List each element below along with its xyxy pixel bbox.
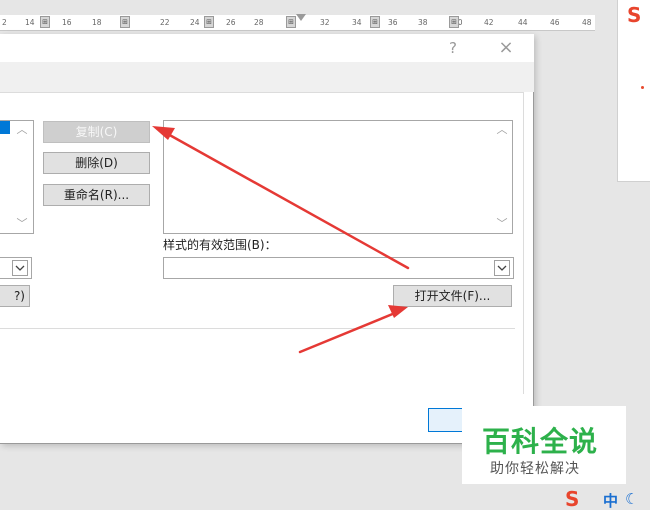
watermark-subtitle: 助你轻松解决 [490, 461, 580, 477]
sogou-logo-icon[interactable]: S [565, 488, 587, 510]
baike-watermark: 百科全说 助你轻松解决 [462, 406, 626, 484]
close-button[interactable]: × [494, 38, 518, 58]
watermark-title: 百科全说 [482, 425, 599, 458]
ime-toolbar[interactable]: S 中 ☾ [563, 488, 650, 510]
scroll-up-arrow-icon[interactable]: ︿ [495, 124, 509, 136]
copy-button[interactable]: 复制(C) [43, 121, 150, 143]
left-action-button[interactable]: ?) [0, 285, 30, 307]
tab-stop-marker[interactable]: ⊞ [370, 16, 380, 28]
ruler-number: 42 [484, 18, 494, 27]
ruler-number: 24 [190, 18, 200, 27]
selected-list-item[interactable] [0, 121, 10, 134]
tab-stop-marker[interactable]: ⊞ [204, 16, 214, 28]
scope-combo[interactable] [163, 257, 514, 279]
ruler-number: 28 [254, 18, 264, 27]
scroll-down-arrow-icon[interactable]: ﹀ [495, 218, 509, 230]
ruler-number: 48 [582, 18, 592, 27]
ruler-number: 14 [25, 18, 35, 27]
cursor-dot [641, 86, 644, 89]
left-file-combo[interactable] [0, 257, 32, 279]
moon-icon[interactable]: ☾ [625, 490, 638, 508]
right-style-list[interactable] [163, 120, 513, 234]
ruler-number: 36 [388, 18, 398, 27]
chevron-down-icon[interactable] [12, 260, 28, 276]
tab-stop-marker[interactable]: ⊞ [449, 16, 459, 28]
rename-button[interactable]: 重命名(R)... [43, 184, 150, 206]
dialog-titlebar[interactable]: ? × [0, 34, 534, 62]
delete-button[interactable]: 删除(D) [43, 152, 150, 174]
ruler-number: 34 [352, 18, 362, 27]
ruler-number: 44 [518, 18, 528, 27]
document-page[interactable] [617, 0, 650, 182]
scope-label: 样式的有效范围(B)： [163, 238, 277, 252]
indent-marker[interactable] [296, 14, 306, 21]
ruler-number: 26 [226, 18, 236, 27]
separator [0, 328, 515, 329]
ime-mode-toggle[interactable]: 中 [603, 490, 618, 510]
scroll-down-arrow-icon[interactable]: ﹀ [15, 218, 29, 230]
tab-stop-marker[interactable]: ⊞ [286, 16, 296, 28]
ruler-number: 16 [62, 18, 72, 27]
ruler-number: 2 [2, 18, 7, 27]
scroll-up-arrow-icon[interactable]: ︿ [15, 124, 29, 136]
tab-stop-marker[interactable]: ⊞ [120, 16, 130, 28]
sogou-logo-icon: S [627, 3, 642, 27]
ruler-number: 22 [160, 18, 170, 27]
ruler-number: 38 [418, 18, 428, 27]
open-file-button[interactable]: 打开文件(F)... [393, 285, 512, 307]
tab-stop-marker[interactable]: ⊞ [40, 16, 50, 28]
help-button[interactable]: ? [444, 38, 462, 58]
horizontal-ruler[interactable]: 2 14 16 18 22 24 26 28 32 34 36 38 40 42… [0, 0, 595, 34]
ruler-number: 46 [550, 18, 560, 27]
tab-strip [0, 62, 534, 92]
ruler-number: 18 [92, 18, 102, 27]
chevron-down-icon[interactable] [494, 260, 510, 276]
ruler-number: 32 [320, 18, 330, 27]
